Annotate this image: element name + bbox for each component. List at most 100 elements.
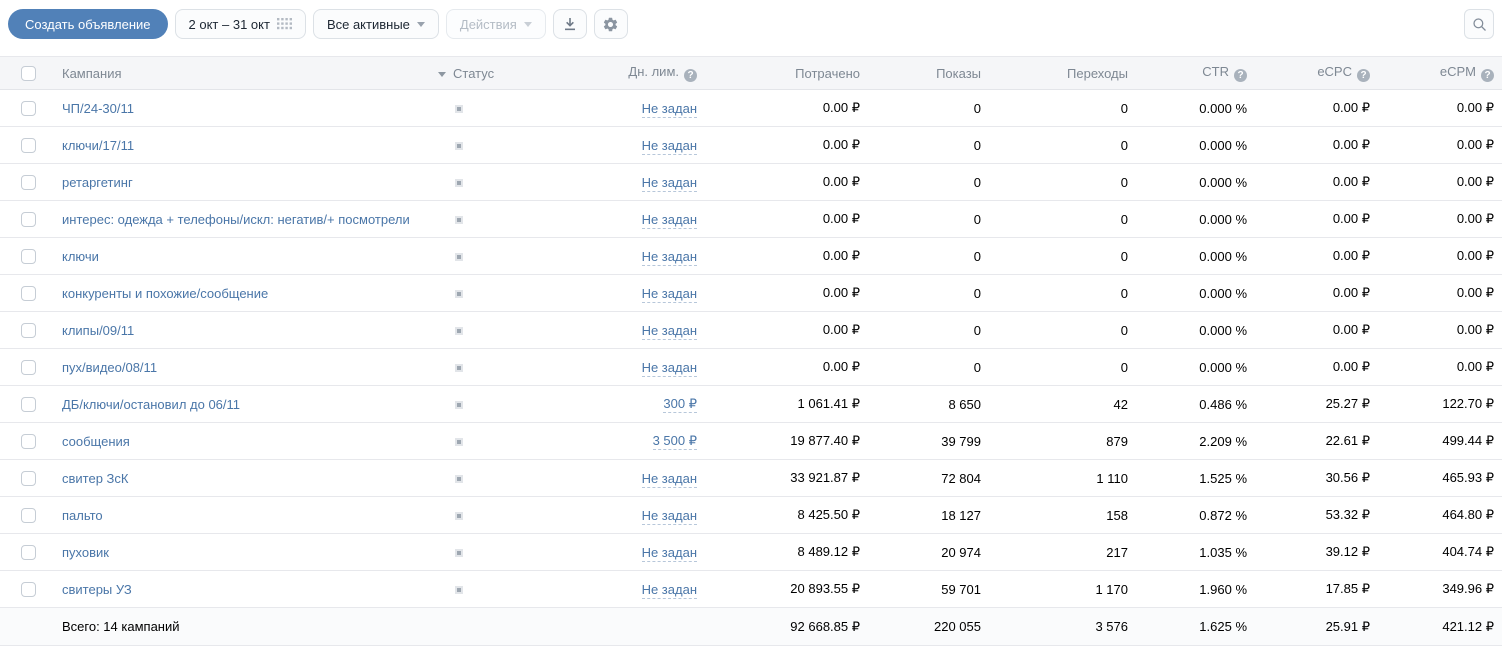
column-header-ecpc[interactable]: eCPC? <box>1255 56 1378 90</box>
status-stopped-icon <box>455 215 463 224</box>
row-checkbox[interactable] <box>20 249 36 265</box>
impressions-value: 72 804 <box>868 459 989 497</box>
row-checkbox[interactable] <box>20 286 36 302</box>
ctr-value: 0.000 % <box>1136 163 1255 201</box>
row-checkbox[interactable] <box>20 212 36 228</box>
daily-limit-link[interactable]: Не задан <box>641 507 697 525</box>
calendar-grid-icon <box>276 18 292 30</box>
row-checkbox[interactable] <box>20 545 36 561</box>
date-range-button[interactable]: 2 окт – 31 окт <box>174 9 306 39</box>
actions-dropdown[interactable]: Действия <box>445 9 546 39</box>
daily-limit-link[interactable]: Не задан <box>641 174 697 192</box>
row-checkbox[interactable] <box>20 434 36 450</box>
clicks-value: 0 <box>989 200 1136 238</box>
campaign-link[interactable]: пальто <box>62 508 103 523</box>
column-header-clicks[interactable]: Переходы <box>989 56 1136 90</box>
table-row: ДБ/ключи/остановил до 06/11 300 ₽ 1 061.… <box>0 385 1502 423</box>
spent-value: 0.00 ₽ <box>705 237 868 275</box>
column-header-campaign[interactable]: Кампания <box>56 56 430 90</box>
row-checkbox[interactable] <box>20 397 36 413</box>
clicks-value: 0 <box>989 126 1136 164</box>
daily-limit-link[interactable]: Не задан <box>641 359 697 377</box>
ctr-value: 0.000 % <box>1136 89 1255 127</box>
chevron-down-icon <box>416 21 425 27</box>
ctr-value: 1.525 % <box>1136 459 1255 497</box>
daily-limit-link[interactable]: 300 ₽ <box>663 396 697 413</box>
campaign-link[interactable]: пух/видео/08/11 <box>62 360 157 375</box>
select-all-checkbox[interactable] <box>20 66 36 82</box>
campaign-link[interactable]: интерес: одежда + телефоны/искл: негатив… <box>62 212 410 227</box>
info-icon[interactable]: ? <box>1481 69 1494 82</box>
status-filter-dropdown[interactable]: Все активные <box>312 9 439 39</box>
row-checkbox[interactable] <box>20 582 36 598</box>
info-icon[interactable]: ? <box>1357 69 1370 82</box>
ecpm-value: 0.00 ₽ <box>1378 163 1502 201</box>
daily-limit-link[interactable]: Не задан <box>641 322 697 340</box>
ctr-value: 1.960 % <box>1136 570 1255 608</box>
status-stopped-icon <box>455 511 463 520</box>
campaign-link[interactable]: свитеры УЗ <box>62 582 132 597</box>
ecpc-value: 25.27 ₽ <box>1255 385 1378 423</box>
row-checkbox[interactable] <box>20 138 36 154</box>
daily-limit-link[interactable]: Не задан <box>641 211 697 229</box>
campaign-link[interactable]: ключи <box>62 249 99 264</box>
table-row: пальто Не задан 8 425.50 ₽ 18 127 158 0.… <box>0 496 1502 534</box>
ctr-value: 0.000 % <box>1136 348 1255 386</box>
ecpc-value: 0.00 ₽ <box>1255 89 1378 127</box>
row-checkbox[interactable] <box>20 101 36 117</box>
total-spent: 92 668.85 ₽ <box>705 607 868 646</box>
clicks-value: 0 <box>989 163 1136 201</box>
daily-limit-link[interactable]: Не задан <box>641 137 697 155</box>
campaign-link[interactable]: свитер ЗсК <box>62 471 128 486</box>
column-header-impressions[interactable]: Показы <box>868 56 989 90</box>
campaign-link[interactable]: клипы/09/11 <box>62 323 134 338</box>
daily-limit-link[interactable]: Не задан <box>641 100 697 118</box>
status-stopped-icon <box>455 548 463 557</box>
status-filter-label: Все активные <box>326 16 410 32</box>
ecpm-value: 0.00 ₽ <box>1378 89 1502 127</box>
ecpc-value: 39.12 ₽ <box>1255 533 1378 571</box>
row-checkbox[interactable] <box>20 360 36 376</box>
ecpm-value: 0.00 ₽ <box>1378 311 1502 349</box>
table-row: интерес: одежда + телефоны/искл: негатив… <box>0 200 1502 238</box>
campaign-link[interactable]: ДБ/ключи/остановил до 06/11 <box>62 397 240 412</box>
daily-limit-link[interactable]: Не задан <box>641 285 697 303</box>
row-checkbox[interactable] <box>20 508 36 524</box>
campaign-link[interactable]: ретаргетинг <box>62 175 133 190</box>
daily-limit-link[interactable]: Не задан <box>641 581 697 599</box>
spent-value: 1 061.41 ₽ <box>705 385 868 423</box>
ecpm-value: 0.00 ₽ <box>1378 348 1502 386</box>
daily-limit-link[interactable]: Не задан <box>641 470 697 488</box>
column-header-status[interactable]: Статус <box>430 56 560 90</box>
info-icon[interactable]: ? <box>684 69 697 82</box>
campaign-link[interactable]: конкуренты и похожие/сообщение <box>62 286 268 301</box>
campaign-link[interactable]: пуховик <box>62 545 109 560</box>
impressions-value: 18 127 <box>868 496 989 534</box>
column-header-daily-limit[interactable]: Дн. лим.? <box>560 56 705 90</box>
column-header-spent[interactable]: Потрачено <box>705 56 868 90</box>
row-checkbox[interactable] <box>20 175 36 191</box>
campaign-link[interactable]: ключи/17/11 <box>62 138 134 153</box>
campaign-link[interactable]: ЧП/24-30/11 <box>62 101 134 116</box>
column-header-ecpm[interactable]: eCPM? <box>1378 56 1502 90</box>
ecpc-value: 0.00 ₽ <box>1255 200 1378 238</box>
info-icon[interactable]: ? <box>1234 69 1247 82</box>
daily-limit-link[interactable]: 3 500 ₽ <box>652 433 697 450</box>
row-checkbox[interactable] <box>20 323 36 339</box>
campaign-link[interactable]: сообщения <box>62 434 130 449</box>
row-checkbox[interactable] <box>20 471 36 487</box>
ctr-value: 0.486 % <box>1136 385 1255 423</box>
clicks-value: 1 110 <box>989 459 1136 497</box>
search-button[interactable] <box>1464 9 1494 39</box>
export-button[interactable] <box>552 9 587 39</box>
daily-limit-link[interactable]: Не задан <box>641 544 697 562</box>
create-ad-button[interactable]: Создать объявление <box>8 9 168 39</box>
settings-button[interactable] <box>593 9 628 39</box>
ecpm-header-label: eCPM <box>1439 64 1476 79</box>
daily-limit-link[interactable]: Не задан <box>641 248 697 266</box>
column-header-ctr[interactable]: CTR? <box>1136 56 1255 90</box>
status-stopped-icon <box>455 289 463 298</box>
gear-icon <box>602 16 619 33</box>
ecpm-value: 465.93 ₽ <box>1378 459 1502 497</box>
ecpc-value: 0.00 ₽ <box>1255 348 1378 386</box>
